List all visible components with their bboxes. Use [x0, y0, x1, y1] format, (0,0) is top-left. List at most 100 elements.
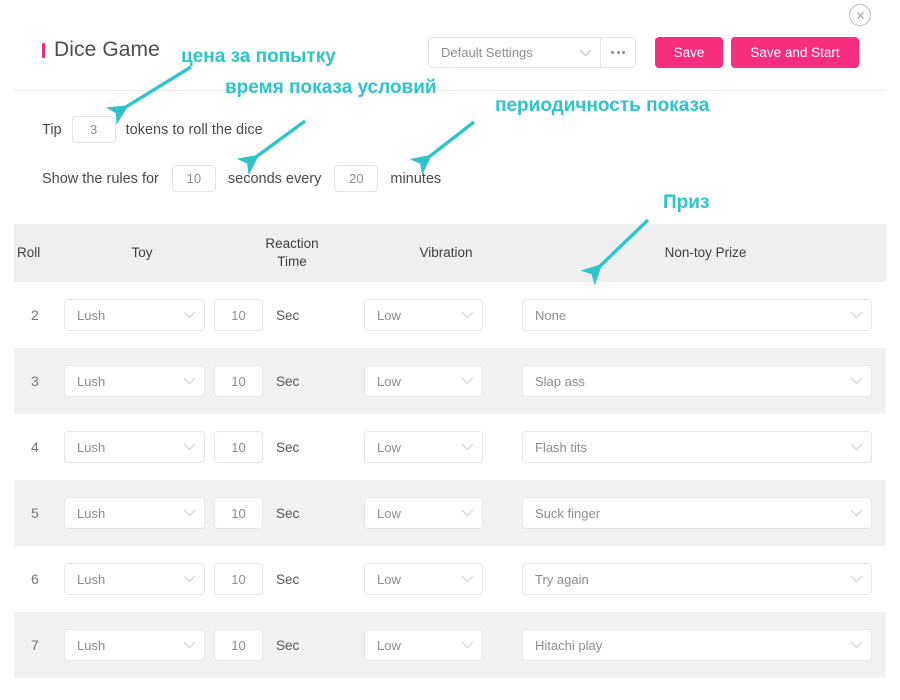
cell-non-toy-prize: Flash tits [522, 431, 886, 463]
save-and-start-button[interactable]: Save and Start [731, 37, 859, 68]
rules-seconds-input[interactable]: 10 [171, 165, 216, 192]
non-toy-prize-select[interactable]: Flash tits [522, 431, 872, 463]
non-toy-prize-select[interactable]: None [522, 299, 872, 331]
column-header-non-toy-prize: Non-toy Prize [664, 244, 747, 260]
non-toy-prize-select[interactable]: Hitachi play [522, 629, 872, 661]
chevron-down-icon [461, 443, 474, 451]
toy-select[interactable]: Lush [64, 365, 205, 397]
chevron-down-icon [461, 311, 474, 319]
title-marker [42, 42, 45, 58]
chevron-down-icon [183, 443, 196, 451]
non-toy-prize-select-value: Try again [535, 571, 589, 587]
arrow-rules-frequency [409, 120, 476, 176]
non-toy-prize-select[interactable]: Suck finger [522, 497, 872, 529]
vibration-select-value: Low [377, 307, 401, 323]
non-toy-prize-select-value: Flash tits [535, 439, 588, 455]
chevron-down-icon [461, 509, 474, 517]
chevron-down-icon [850, 641, 863, 649]
vibration-select[interactable]: Low [364, 497, 483, 529]
non-toy-prize-select[interactable]: Try again [522, 563, 872, 595]
reaction-time-unit-label: Sec [276, 505, 300, 521]
annotation-prize: Приз [663, 192, 710, 213]
tip-prefix-label: Tip [42, 121, 62, 138]
chevron-down-icon [850, 377, 863, 385]
reaction-time-input[interactable]: 10 [214, 299, 263, 331]
vibration-select-value: Low [377, 439, 401, 455]
cell-non-toy-prize: Slap ass [522, 365, 886, 397]
vibration-select[interactable]: Low [364, 629, 483, 661]
rules-suffix-label: minutes [390, 170, 442, 187]
vibration-select-value: Low [377, 505, 401, 521]
rules-middle-label: seconds every [227, 170, 322, 187]
toy-select[interactable]: Lush [64, 299, 205, 331]
cell-reaction-time: 10 Sec [214, 299, 364, 331]
column-header-reaction-time-line1: Reaction [265, 235, 319, 251]
non-toy-prize-select-value: Hitachi play [535, 637, 603, 653]
table-row: 3 Lush 10 Sec Low Slap ass [14, 348, 886, 414]
reaction-time-input[interactable]: 10 [214, 365, 263, 397]
table-row: 2 Lush 10 Sec Low None [14, 282, 886, 348]
tip-amount-input[interactable]: 3 [71, 116, 116, 143]
rules-minutes-input[interactable]: 20 [334, 165, 379, 192]
table-row: 5 Lush 10 Sec Low Suck finger [14, 480, 886, 546]
reaction-time-input[interactable]: 10 [214, 563, 263, 595]
close-icon[interactable] [849, 4, 871, 26]
reaction-time-unit-label: Sec [276, 439, 300, 455]
tip-suffix-label: tokens to roll the dice [125, 121, 263, 138]
reaction-time-input[interactable]: 10 [214, 629, 263, 661]
column-header-roll: Roll [17, 244, 41, 260]
toy-select[interactable]: Lush [64, 431, 205, 463]
toy-select[interactable]: Lush [64, 629, 205, 661]
cell-toy: Lush [64, 563, 214, 595]
cell-roll: 4 [31, 439, 39, 455]
cell-non-toy-prize: None [522, 299, 886, 331]
chevron-down-icon [183, 377, 196, 385]
annotation-rules-frequency: периодичность показа [495, 95, 710, 116]
table-row: 7 Lush 10 Sec Low Hitachi play [14, 612, 886, 678]
cell-toy: Lush [64, 497, 214, 529]
column-header-reaction-time-line2: Time [277, 254, 307, 269]
non-toy-prize-select[interactable]: Slap ass [522, 365, 872, 397]
more-options-button[interactable] [600, 37, 636, 68]
vibration-select[interactable]: Low [364, 299, 483, 331]
toy-select[interactable]: Lush [64, 497, 205, 529]
table-row: 6 Lush 10 Sec Low Try again [14, 546, 886, 612]
toy-select[interactable]: Lush [64, 563, 205, 595]
chevron-down-icon [183, 311, 196, 319]
toy-select-value: Lush [77, 373, 106, 389]
cell-reaction-time: 10 Sec [214, 629, 364, 661]
chevron-down-icon [461, 377, 474, 385]
non-toy-prize-select-value: Slap ass [535, 373, 585, 389]
table-header-row: Roll Toy Reaction Time Vibration Non-toy… [14, 224, 886, 282]
tip-setting-row: Tip 3 tokens to roll the dice [42, 116, 263, 143]
cell-roll: 2 [31, 307, 39, 323]
vibration-select-value: Low [377, 373, 401, 389]
cell-roll: 6 [31, 571, 39, 587]
toy-select-value: Lush [77, 571, 106, 587]
table-body: 2 Lush 10 Sec Low None 3 Lush 10 Sec Low Slap ass 4 L… [14, 282, 886, 678]
page-title-text: Dice Game [54, 38, 160, 61]
chevron-down-icon [850, 311, 863, 319]
cell-toy: Lush [64, 629, 214, 661]
column-header-vibration: Vibration [419, 244, 473, 260]
dialog-header: Dice Game Default Settings Save Save and… [0, 32, 900, 82]
cell-vibration: Low [364, 563, 522, 595]
chevron-down-icon [850, 575, 863, 583]
cell-non-toy-prize: Hitachi play [522, 629, 886, 661]
toy-select-value: Lush [77, 637, 106, 653]
cell-reaction-time: 10 Sec [214, 563, 364, 595]
save-button[interactable]: Save [655, 37, 723, 68]
toy-select-value: Lush [77, 439, 106, 455]
settings-preset-select[interactable]: Default Settings [428, 37, 600, 68]
reaction-time-input[interactable]: 10 [214, 497, 263, 529]
cell-vibration: Low [364, 497, 522, 529]
reaction-time-input[interactable]: 10 [214, 431, 263, 463]
vibration-select[interactable]: Low [364, 563, 483, 595]
cell-vibration: Low [364, 299, 522, 331]
vibration-select[interactable]: Low [364, 365, 483, 397]
cell-reaction-time: 10 Sec [214, 431, 364, 463]
vibration-select[interactable]: Low [364, 431, 483, 463]
reaction-time-unit-label: Sec [276, 637, 300, 653]
cell-non-toy-prize: Try again [522, 563, 886, 595]
cell-vibration: Low [364, 431, 522, 463]
